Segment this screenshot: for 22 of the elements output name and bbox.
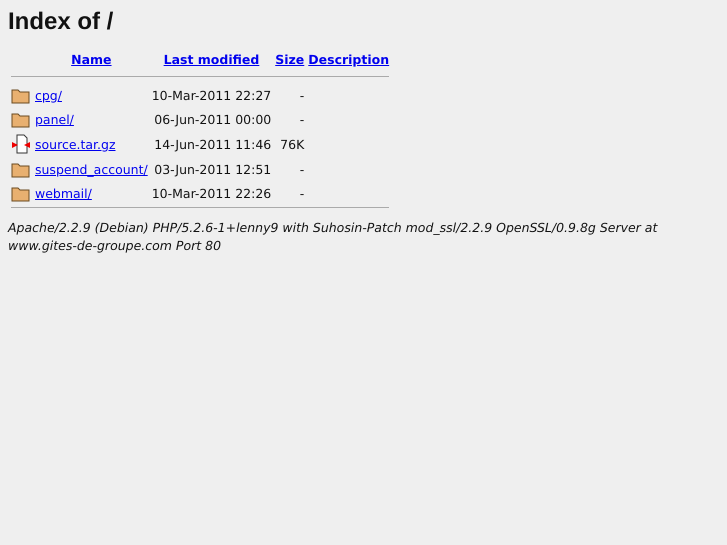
file-link[interactable]: suspend_account/ — [35, 162, 148, 176]
modified-date: 10-Mar-2011 22:26 — [152, 186, 272, 200]
file-link[interactable]: webmail/ — [35, 186, 92, 200]
column-sort-link[interactable]: Name — [71, 52, 112, 67]
file-size: - — [300, 112, 304, 126]
modified-date: 03-Jun-2011 12:51 — [154, 162, 272, 176]
modified-date: 14-Jun-2011 11:46 — [154, 136, 272, 152]
column-sort-link[interactable]: Description — [308, 52, 390, 67]
compressed-file-icon — [11, 134, 31, 154]
file-link[interactable]: cpg/ — [35, 88, 62, 102]
file-size: - — [300, 88, 304, 102]
file-size: 76K — [280, 136, 304, 152]
file-link[interactable]: source.tar.gz — [35, 136, 116, 152]
column-sort-link[interactable]: Size — [275, 52, 304, 67]
modified-date: 06-Jun-2011 00:00 — [154, 112, 272, 126]
page-title: Index of / — [8, 8, 114, 36]
server-signature: Apache/2.2.9 (Debian) PHP/5.2.6-1+lenny9 with Suhosin-Patch mod_ssl/2.2.9 OpenSSL/0.9.8g Server at www.gites-de-groupe.com Port 80 — [8, 219, 659, 255]
file-size: - — [300, 186, 304, 200]
file-size: - — [300, 162, 304, 176]
file-link[interactable]: panel/ — [35, 112, 74, 126]
modified-date: 10-Mar-2011 22:27 — [152, 88, 272, 102]
column-sort-link[interactable]: Last modified — [164, 52, 260, 67]
